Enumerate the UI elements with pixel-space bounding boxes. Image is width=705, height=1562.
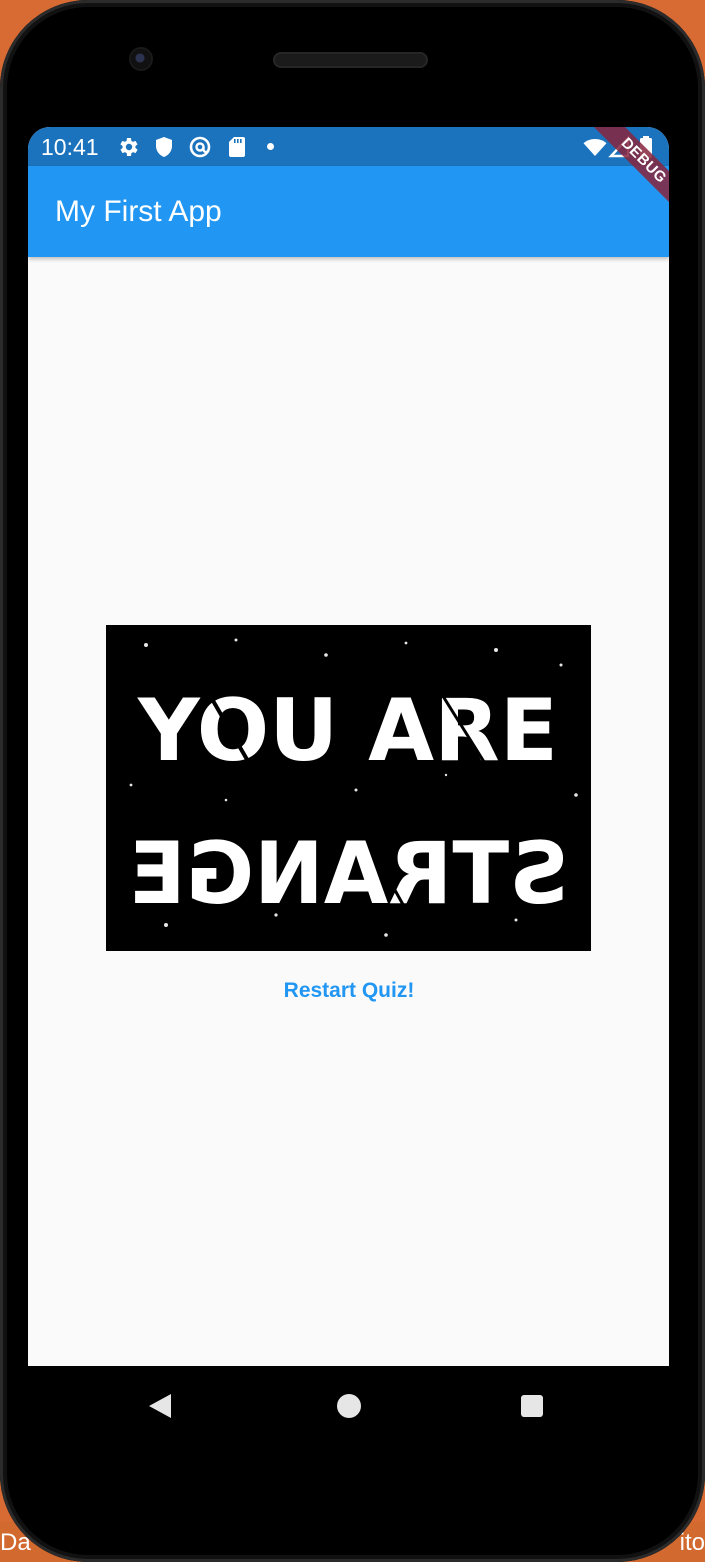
sd-card-icon [229, 137, 245, 157]
navigation-bar [28, 1366, 669, 1446]
signal-icon [608, 135, 630, 158]
app-title: My First App [55, 195, 222, 228]
phone-frame: 10:41 My First App DEBUG YOU ARE STRANGE… [0, 0, 705, 1562]
front-camera [131, 49, 151, 69]
status-bar: 10:41 [28, 127, 669, 166]
shield-icon [156, 137, 172, 157]
image-text-line-2: STRANGE [129, 824, 569, 924]
back-icon[interactable] [149, 1394, 171, 1418]
app-bar: My First App [28, 166, 669, 257]
image-text-line-1: YOU ARE [137, 681, 558, 781]
home-icon[interactable] [337, 1394, 361, 1418]
at-sign-icon [189, 136, 211, 158]
battery-icon [640, 136, 652, 158]
status-time: 10:41 [41, 134, 99, 160]
notification-dot-icon [267, 143, 274, 150]
restart-quiz-button[interactable]: Restart Quiz! [249, 965, 449, 1017]
wifi-icon [583, 139, 607, 156]
recents-icon[interactable] [521, 1395, 543, 1417]
result-image: YOU ARE STRANGE [106, 625, 591, 951]
gear-icon [120, 138, 138, 156]
earpiece-speaker [273, 52, 428, 68]
desktop-text-fragment-right: ito [679, 1529, 705, 1556]
phone-screen: 10:41 My First App DEBUG YOU ARE STRANGE… [28, 127, 669, 1366]
